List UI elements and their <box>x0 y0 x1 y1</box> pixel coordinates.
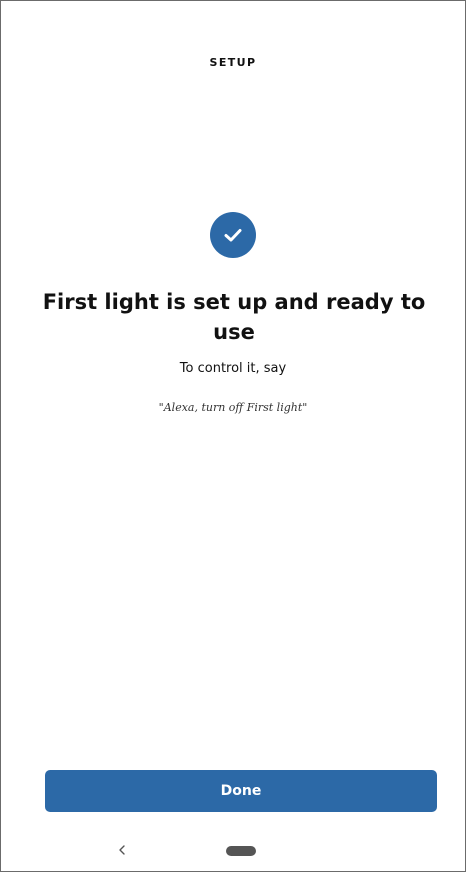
status-headline: First light is set up and ready to use <box>42 290 426 344</box>
check-circle-icon <box>210 212 256 258</box>
voice-utterance: "Alexa, turn off First light" <box>158 401 308 414</box>
page-title: SETUP <box>209 56 257 69</box>
home-pill-icon[interactable] <box>226 846 256 856</box>
checkmark-icon <box>224 229 242 242</box>
back-nav-button[interactable] <box>114 842 130 858</box>
done-button-label: Done <box>220 783 262 799</box>
done-button[interactable]: Done <box>45 770 437 812</box>
chevron-left-icon <box>119 845 125 855</box>
status-subline: To control it, say <box>179 361 287 376</box>
app-screen: SETUP First light is set up and ready to… <box>0 0 466 872</box>
